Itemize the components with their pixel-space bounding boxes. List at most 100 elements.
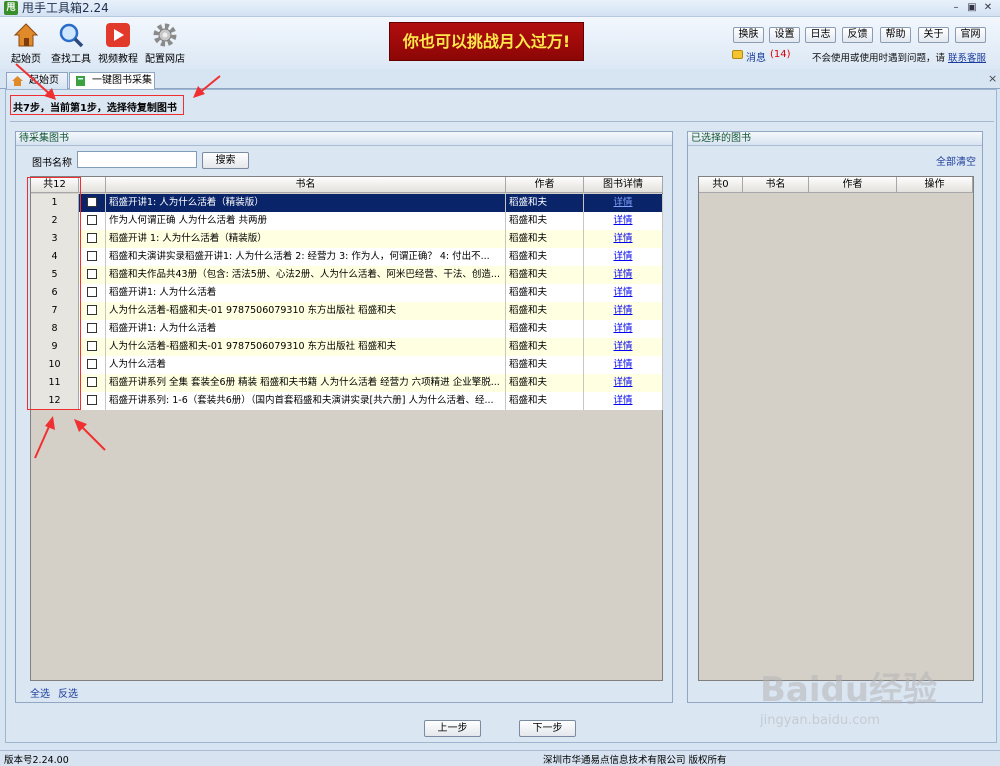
row-checkbox[interactable] (79, 194, 106, 212)
column-header-detail[interactable]: 图书详情 (584, 177, 663, 193)
row-checkbox[interactable] (79, 320, 106, 338)
settings-button[interactable]: 设置 (769, 27, 800, 43)
prev-step-button[interactable]: 上一步 (424, 720, 481, 737)
book-author: 稻盛和夫 (506, 266, 584, 284)
checkbox-icon[interactable] (87, 340, 97, 351)
contact-support-link[interactable]: 联系客服 (948, 50, 986, 64)
detail-link[interactable]: 详情 (584, 320, 663, 338)
table-row[interactable]: 5 稻盛和夫作品共43册（包含: 活法5册、心法2册、人为什么活着、阿米巴经营、干… (31, 266, 663, 284)
book-name-input[interactable] (77, 151, 197, 168)
app-title: 甩手工具箱2.24 (22, 1, 109, 15)
book-author: 稻盛和夫 (506, 374, 584, 392)
app-logo-icon: 甩 (4, 1, 18, 15)
book-author: 稻盛和夫 (506, 338, 584, 356)
maximize-icon[interactable]: ▣ (964, 1, 980, 15)
promo-banner[interactable]: 你也可以挑战月入过万! (389, 22, 584, 61)
divider (10, 121, 994, 122)
row-checkbox[interactable] (79, 374, 106, 392)
row-checkbox[interactable] (79, 284, 106, 302)
title-bar (0, 0, 1000, 17)
log-button[interactable]: 日志 (805, 27, 836, 43)
row-checkbox[interactable] (79, 356, 106, 374)
invert-selection-link[interactable]: 反选 (58, 685, 78, 700)
detail-link[interactable]: 详情 (584, 338, 663, 356)
column-header-title[interactable]: 书名 (743, 177, 809, 193)
table-row[interactable]: 12 稻盛开讲系列: 1-6（套装共6册）（国内首套稻盛和夫演讲实录[共六册] 人… (31, 392, 663, 410)
feedback-button[interactable]: 反馈 (842, 27, 873, 43)
column-header-action[interactable]: 操作 (897, 177, 973, 193)
minimize-icon[interactable]: – (948, 1, 964, 15)
row-checkbox[interactable] (79, 266, 106, 284)
book-author: 稻盛和夫 (506, 320, 584, 338)
table-row[interactable]: 9 人为什么活着-稻盛和夫-01 9787506079310 东方出版社 稻盛和夫… (31, 338, 663, 356)
table-row[interactable]: 1 稻盛开讲1: 人为什么活着（精装版） 稻盛和夫 详情 (31, 194, 663, 212)
checkbox-icon[interactable] (87, 268, 97, 279)
book-title: 稻盛开讲系列: 1-6（套装共6册）（国内首套稻盛和夫演讲实录[共六册] 人为什… (106, 392, 506, 410)
close-icon[interactable]: ✕ (980, 1, 996, 15)
clear-all-link[interactable]: 全部清空 (936, 153, 976, 168)
close-tab-icon[interactable]: × (988, 72, 997, 85)
row-checkbox[interactable] (79, 302, 106, 320)
next-step-button[interactable]: 下一步 (519, 720, 576, 737)
search-button[interactable]: 搜索 (202, 152, 249, 169)
select-all-link[interactable]: 全选 (30, 685, 50, 700)
checkbox-icon[interactable] (87, 304, 97, 315)
detail-link[interactable]: 详情 (584, 212, 663, 230)
table-row[interactable]: 8 稻盛开讲1: 人为什么活着 稻盛和夫 详情 (31, 320, 663, 338)
search-label: 图书名称 (32, 158, 72, 169)
baidu-watermark: Baidu经验 jingyan.baidu.com (760, 662, 970, 742)
detail-link[interactable]: 详情 (584, 374, 663, 392)
detail-link[interactable]: 详情 (584, 284, 663, 302)
table-row[interactable]: 3 稻盛开讲 1: 人为什么活着（精装版） 稻盛和夫 详情 (31, 230, 663, 248)
checkbox-icon[interactable] (87, 322, 97, 333)
table-row[interactable]: 7 人为什么活着-稻盛和夫-01 9787506079310 东方出版社 稻盛和夫… (31, 302, 663, 320)
detail-link[interactable]: 详情 (584, 194, 663, 212)
row-checkbox[interactable] (79, 338, 106, 356)
detail-link[interactable]: 详情 (584, 248, 663, 266)
table-row[interactable]: 10 人为什么活着 稻盛和夫 详情 (31, 356, 663, 374)
row-checkbox[interactable] (79, 392, 106, 410)
book-title: 稻盛开讲系列 全集 套装全6册 精装 稻盛和夫书籍 人为什么活着 经营力 六项精… (106, 374, 506, 392)
checkbox-icon[interactable] (87, 214, 97, 225)
help-button[interactable]: 帮助 (880, 27, 911, 43)
checkbox-icon[interactable] (87, 394, 97, 405)
detail-link[interactable]: 详情 (584, 356, 663, 374)
version-text: 版本号2.24.00 (4, 755, 69, 766)
video-icon (106, 23, 130, 47)
detail-link[interactable]: 详情 (584, 392, 663, 410)
row-checkbox[interactable] (79, 212, 106, 230)
detail-link[interactable]: 详情 (584, 230, 663, 248)
gear-icon (153, 23, 177, 47)
table-row[interactable]: 6 稻盛开讲1: 人为什么活着 稻盛和夫 详情 (31, 284, 663, 302)
checkbox-icon[interactable] (87, 232, 97, 243)
column-header-author[interactable]: 作者 (809, 177, 897, 193)
detail-link[interactable]: 详情 (584, 266, 663, 284)
column-header-checkbox[interactable] (79, 177, 106, 193)
book-title: 人为什么活着-稻盛和夫-01 9787506079310 东方出版社 稻盛和夫 (106, 338, 506, 356)
checkbox-icon[interactable] (87, 250, 97, 261)
row-checkbox[interactable] (79, 230, 106, 248)
selected-books-table: 共0 书名 作者 操作 (698, 176, 974, 681)
row-checkbox[interactable] (79, 248, 106, 266)
checkbox-icon[interactable] (87, 376, 97, 387)
about-button[interactable]: 关于 (918, 27, 949, 43)
message-link[interactable]: 消息 (746, 49, 766, 64)
book-author: 稻盛和夫 (506, 392, 584, 410)
column-header-title[interactable]: 书名 (106, 177, 506, 193)
watermark-text: Baidu经验 (760, 670, 938, 710)
panel-title: 待采集图书 (16, 132, 672, 146)
book-title: 稻盛开讲 1: 人为什么活着（精装版） (106, 230, 506, 248)
watermark-url: jingyan.baidu.com (760, 713, 880, 728)
website-button[interactable]: 官网 (955, 27, 986, 43)
detail-link[interactable]: 详情 (584, 302, 663, 320)
book-author: 稻盛和夫 (506, 194, 584, 212)
table-row[interactable]: 11 稻盛开讲系列 全集 套装全6册 精装 稻盛和夫书籍 人为什么活着 经营力 六… (31, 374, 663, 392)
checkbox-icon[interactable] (87, 196, 97, 207)
table-row[interactable]: 2 作为人何谓正确 人为什么活着 共两册 稻盛和夫 详情 (31, 212, 663, 230)
checkbox-icon[interactable] (87, 358, 97, 369)
column-header-author[interactable]: 作者 (506, 177, 584, 193)
checkbox-icon[interactable] (87, 286, 97, 297)
book-author: 稻盛和夫 (506, 230, 584, 248)
table-row[interactable]: 4 稻盛和夫演讲实录稻盛开讲1: 人为什么活着 2: 经营力 3: 作为人，何谓正… (31, 248, 663, 266)
skin-button[interactable]: 换肤 (733, 27, 764, 43)
